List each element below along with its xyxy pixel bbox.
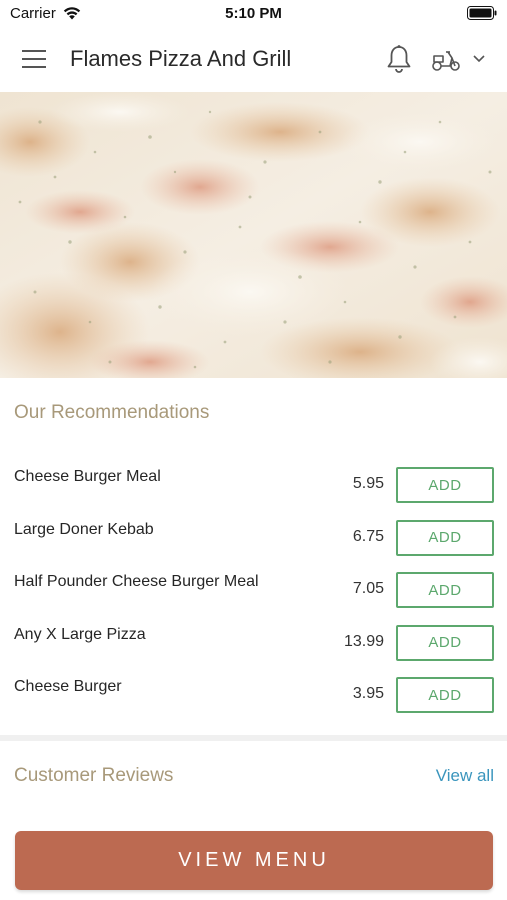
- status-time: 5:10 PM: [225, 5, 282, 22]
- pizza-image: [0, 92, 507, 378]
- section-divider: [0, 735, 507, 741]
- item-price: 7.05: [352, 580, 384, 597]
- item-price: 13.99: [343, 632, 384, 650]
- hero-pizza-image: [0, 92, 507, 378]
- add-button[interactable]: ADD: [396, 677, 494, 713]
- battery-icon: [467, 6, 497, 20]
- list-item: Large Doner Kebab 6.75 ADD: [0, 511, 507, 564]
- recommendations-heading: Our Recommendations: [14, 402, 210, 423]
- page-title: Flames Pizza And Grill: [70, 46, 292, 71]
- bell-icon[interactable]: [385, 44, 413, 74]
- view-menu-button[interactable]: VIEW MENU: [15, 831, 493, 890]
- item-price: 5.95: [352, 475, 384, 492]
- add-button[interactable]: ADD: [396, 572, 494, 608]
- item-name: Cheese Burger Meal: [14, 468, 161, 485]
- add-button[interactable]: ADD: [396, 519, 494, 556]
- item-price: 3.95: [352, 685, 384, 702]
- nav-bar: Flames Pizza And Grill: [0, 28, 507, 92]
- chevron-down-icon[interactable]: [472, 54, 486, 64]
- reviews-heading: Customer Reviews: [14, 765, 174, 786]
- list-item: Cheese Burger 3.95 ADD: [0, 668, 507, 721]
- scooter-icon[interactable]: [430, 48, 462, 72]
- add-button[interactable]: ADD: [396, 624, 494, 661]
- list-item: Any X Large Pizza 13.99 ADD: [0, 616, 507, 669]
- list-item: Cheese Burger Meal 5.95 ADD: [0, 458, 507, 511]
- view-all-link[interactable]: View all: [436, 766, 494, 786]
- item-name: Cheese Burger: [14, 678, 122, 695]
- add-button[interactable]: ADD: [396, 467, 494, 503]
- menu-icon[interactable]: [22, 48, 48, 70]
- list-item: Half Pounder Cheese Burger Meal 7.05 ADD: [0, 563, 507, 616]
- status-bar: Carrier 5:10 PM: [0, 0, 507, 28]
- item-name: Large Doner Kebab: [14, 520, 154, 538]
- item-name: Any X Large Pizza: [14, 625, 146, 643]
- item-name: Half Pounder Cheese Burger Meal: [14, 573, 259, 590]
- item-price: 6.75: [352, 527, 384, 545]
- recommendations-list: Cheese Burger Meal 5.95 ADD Large Doner …: [0, 458, 507, 721]
